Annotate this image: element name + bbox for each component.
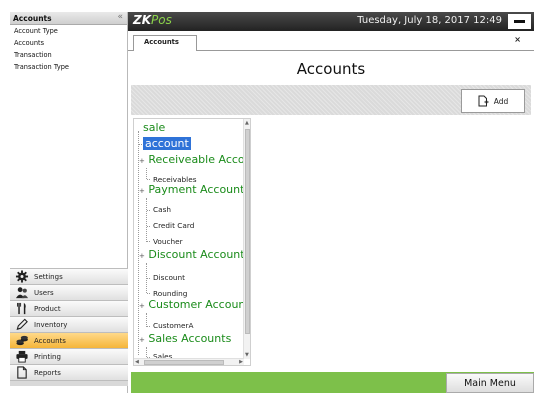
tab-bar: Accounts ×	[128, 31, 534, 51]
utensils-icon	[16, 302, 26, 315]
logo-zk: ZK	[133, 13, 151, 27]
tree-connector	[147, 241, 150, 242]
tree-connector	[147, 293, 150, 294]
sidebar-header-label: Accounts	[13, 14, 52, 23]
nav-reports-label: Reports	[34, 368, 61, 377]
page-title: Accounts	[296, 60, 366, 78]
pencil-icon	[16, 318, 28, 330]
tree-connector	[147, 179, 150, 180]
nav-accounts-label: Accounts	[34, 336, 66, 345]
tree-connector	[147, 226, 150, 227]
tree-leaf-cash[interactable]: Cash	[153, 205, 171, 214]
nav-accounts[interactable]: Accounts	[10, 332, 128, 348]
tree-group-label: Sales Accounts	[148, 332, 232, 345]
tree-connector	[146, 347, 147, 357]
minimize-button[interactable]	[508, 14, 531, 29]
main-menu-button[interactable]: Main Menu	[446, 373, 534, 393]
scroll-up-icon[interactable]: ▲	[245, 120, 249, 126]
sidebar-item-account-type[interactable]: Account Type	[10, 25, 127, 37]
nav-printing[interactable]: Printing	[10, 348, 128, 364]
sidebar-item-transaction-type[interactable]: Transaction Type	[10, 61, 127, 73]
nav-users[interactable]: Users	[10, 284, 128, 300]
accounts-tree[interactable]: sale account + Receiveable Acco Receivab…	[133, 118, 251, 366]
logo-pos: Pos	[151, 13, 172, 27]
tree-horizontal-scrollbar[interactable]: ◀ ▶	[134, 358, 244, 365]
nav-product[interactable]: Product	[10, 300, 128, 316]
nav-users-label: Users	[34, 288, 54, 297]
document-icon	[17, 366, 27, 379]
coins-icon	[16, 335, 28, 346]
app-logo: ZKPos	[133, 13, 172, 27]
tree-connector	[147, 278, 150, 279]
tree-content: sale account + Receiveable Acco Receivab…	[134, 119, 250, 361]
tree-horizontal-scroll-thumb[interactable]	[144, 360, 224, 365]
gear-icon	[15, 270, 29, 283]
tree-group-label: Payment Accounts	[148, 183, 251, 196]
tree-group-discount[interactable]: + Discount Accounts	[139, 248, 250, 261]
datetime-display: Tuesday, July 18, 2017 12:49	[357, 15, 502, 26]
tree-node-selected[interactable]: account	[143, 137, 191, 150]
nav-inventory-label: Inventory	[34, 320, 68, 329]
tree-leaf-customer-a[interactable]: CustomerA	[153, 321, 193, 330]
nav-product-label: Product	[34, 304, 61, 313]
nav-settings-label: Settings	[34, 272, 63, 281]
minimize-icon	[514, 20, 525, 23]
tree-group-label: Receiveable Acco	[148, 153, 245, 166]
users-icon	[15, 287, 29, 299]
tree-connector	[147, 210, 150, 211]
sidebar-footer	[10, 380, 128, 386]
sidebar-item-accounts[interactable]: Accounts	[10, 37, 127, 49]
scroll-left-icon[interactable]: ◀	[135, 359, 139, 365]
tree-group-label: Discount Accounts	[148, 248, 251, 261]
tree-connector	[146, 313, 147, 327]
nav-printing-label: Printing	[34, 352, 61, 361]
sidebar-header: Accounts «	[10, 12, 127, 25]
tree-group-sales[interactable]: + Sales Accounts	[139, 332, 231, 345]
tree-vertical-scroll-thumb[interactable]	[245, 129, 250, 334]
status-bar: Main Menu	[131, 372, 534, 393]
tree-leaf-credit-card[interactable]: Credit Card	[153, 221, 194, 230]
tree-group-payment[interactable]: + Payment Accounts	[139, 183, 250, 196]
tree-connector	[146, 198, 147, 242]
tree-leaf-discount[interactable]: Discount	[153, 273, 185, 282]
scroll-down-icon[interactable]: ▼	[245, 352, 249, 358]
add-button[interactable]: Add	[461, 89, 525, 113]
tree-connector	[147, 326, 150, 327]
printer-icon	[16, 350, 28, 363]
tree-connector	[139, 144, 142, 145]
tree-group-customer[interactable]: + Customer Accoun	[139, 298, 245, 311]
collapse-icon[interactable]: «	[117, 11, 123, 24]
scroll-right-icon[interactable]: ▶	[239, 359, 243, 365]
nav-inventory[interactable]: Inventory	[10, 316, 128, 332]
add-document-icon	[478, 95, 489, 107]
tree-group-label: Customer Accoun	[148, 298, 246, 311]
tree-leaf-rounding[interactable]: Rounding	[153, 289, 187, 298]
toolbar: Add	[131, 85, 531, 115]
nav-settings[interactable]: Settings	[10, 268, 128, 284]
add-button-label: Add	[493, 96, 509, 106]
tree-vertical-scrollbar[interactable]: ▲ ▼	[243, 119, 250, 359]
tree-leaf-voucher[interactable]: Voucher	[153, 237, 183, 246]
tree-connector	[146, 168, 147, 179]
close-icon[interactable]: ×	[514, 35, 521, 44]
sidebar: Accounts « Account Type Accounts Transac…	[10, 12, 128, 393]
main-window: ZKPos Tuesday, July 18, 2017 12:49 Accou…	[128, 12, 534, 393]
sidebar-item-transaction[interactable]: Transaction	[10, 49, 127, 61]
module-nav: Settings Users Product Inventory Account…	[10, 268, 128, 386]
nav-reports[interactable]: Reports	[10, 364, 128, 380]
title-bar: ZKPos Tuesday, July 18, 2017 12:49	[128, 12, 534, 31]
tree-node-root[interactable]: sale	[143, 121, 165, 134]
tab-accounts[interactable]: Accounts	[133, 35, 197, 51]
tree-group-receivable[interactable]: + Receiveable Acco	[139, 153, 245, 166]
